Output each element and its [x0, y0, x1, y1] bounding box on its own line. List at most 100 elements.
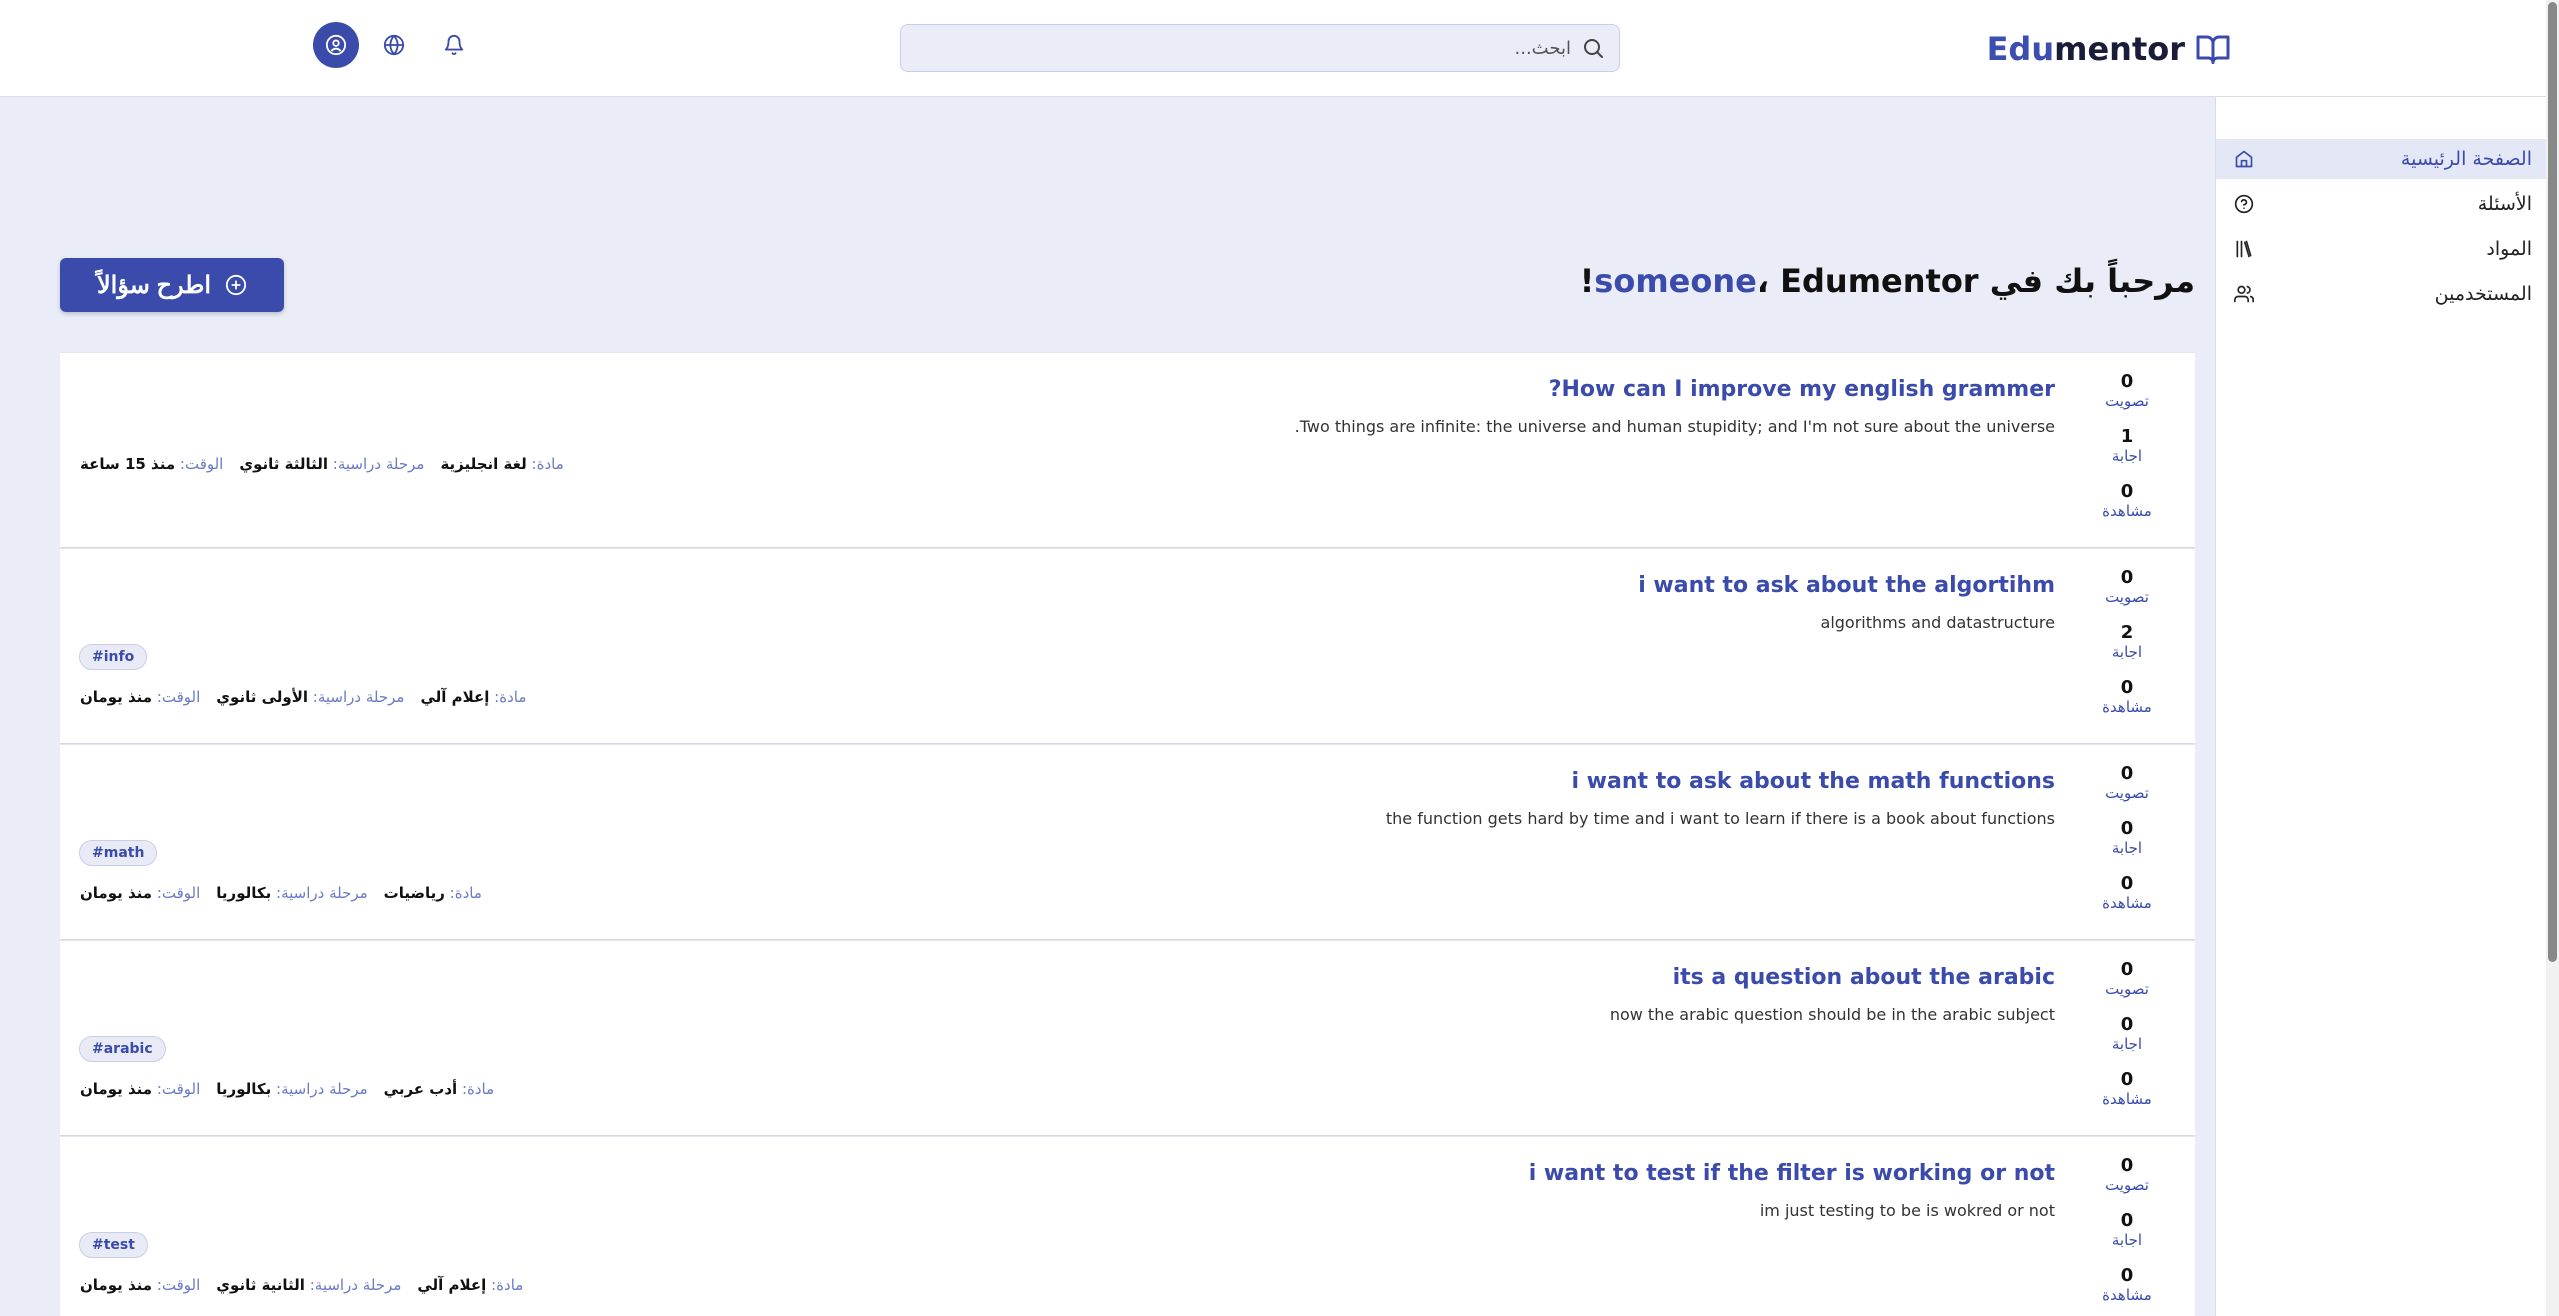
votes-label: تصويت [2105, 784, 2149, 802]
meta-stage-value: الثالثة ثانوي [239, 455, 329, 473]
question-meta: مادة: إعلام آلي مرحلة دراسية: الأولى ثان… [80, 688, 526, 706]
views-label: مشاهدة [2102, 1286, 2152, 1304]
sidebar-item-users[interactable]: المستخدمين [2216, 274, 2546, 314]
question-stats: 0 تصويت 2 اجابة 0 مشاهدة [2099, 567, 2155, 732]
logo[interactable]: Edumentor [1987, 26, 2233, 72]
meta-subject-label: مادة: [449, 884, 482, 902]
votes-label: تصويت [2105, 588, 2149, 606]
user-circle-icon [325, 34, 347, 56]
scrollbar-thumb[interactable] [2548, 2, 2557, 962]
page-scrollbar[interactable] [2546, 0, 2559, 1316]
notifications-button[interactable] [431, 22, 477, 68]
answers-count: 0 [2120, 1210, 2134, 1231]
question-card[interactable]: 0 تصويت 1 اجابة 0 مشاهدة How can I improve … [60, 352, 2195, 548]
meta-time-value: منذ يومان [80, 688, 153, 706]
meta-time-value: منذ 15 ساعة [80, 455, 176, 473]
meta-subject-label: مادة: [491, 1276, 524, 1294]
meta-stage-label: مرحلة دراسية: [309, 1276, 402, 1294]
meta-subject-label: مادة: [494, 688, 527, 706]
bell-icon [444, 35, 464, 56]
meta-stage-label: مرحلة دراسية: [276, 1080, 368, 1098]
question-circle-icon [2234, 194, 2254, 214]
sidebar-item-subjects[interactable]: المواد [2216, 229, 2546, 269]
plus-circle-icon [225, 274, 247, 296]
meta-time-label: الوقت: [156, 688, 201, 706]
question-excerpt: now the arabic question should be in the… [1609, 1005, 2055, 1024]
question-card[interactable]: 0 تصويت 2 اجابة 0 مشاهدة i want to ask abou… [60, 548, 2195, 744]
answers-count: 1 [2120, 426, 2134, 447]
welcome-username: someone [1594, 262, 1757, 300]
answers-label: اجابة [2111, 643, 2143, 661]
meta-subject-value: إعلام آلي [417, 1276, 487, 1294]
question-excerpt: Two things are infinite: the universe an… [1294, 417, 2055, 436]
question-card[interactable]: 0 تصويت 0 اجابة 0 مشاهدة i want to test if … [60, 1136, 2195, 1316]
views-label: مشاهدة [2102, 502, 2152, 520]
welcome-heading: مرحباً بك في someone، Edumentor! [1580, 262, 2195, 300]
answers-count: 0 [2120, 1014, 2134, 1035]
question-card[interactable]: 0 تصويت 0 اجابة 0 مشاهدة its a question abo… [60, 940, 2195, 1136]
answers-count: 0 [2120, 818, 2134, 839]
question-title[interactable]: i want to ask about the algortihm [1638, 573, 2055, 598]
logo-prefix: Edu [1986, 30, 2055, 68]
views-label: مشاهدة [2102, 894, 2152, 912]
meta-subject-label: مادة: [531, 455, 564, 473]
question-stats: 0 تصويت 0 اجابة 0 مشاهدة [2099, 763, 2155, 928]
meta-time-value: منذ يومان [80, 884, 153, 902]
sidebar-item-questions[interactable]: الأسئلة [2216, 184, 2546, 224]
answers-label: اجابة [2111, 1035, 2143, 1053]
search-input[interactable] [971, 37, 1571, 59]
sidebar-item-label: المستخدمين [2434, 283, 2532, 305]
question-title[interactable]: i want to test if the filter is working … [1529, 1161, 2055, 1186]
question-title[interactable]: its a question about the arabic [1673, 965, 2055, 990]
welcome-prefix: مرحباً بك في [1978, 262, 2195, 300]
question-excerpt: the function gets hard by time and i wan… [1385, 809, 2055, 828]
views-label: مشاهدة [2102, 698, 2152, 716]
views-count: 0 [2120, 677, 2134, 698]
search-bar[interactable] [900, 24, 1620, 72]
meta-time-label: الوقت: [156, 884, 201, 902]
question-tag[interactable]: #test [79, 1232, 148, 1258]
votes-count: 0 [2120, 1155, 2134, 1176]
sidebar-item-label: المواد [2486, 238, 2532, 260]
meta-subject-value: إعلام آلي [420, 688, 490, 706]
sidebar-item-label: الصفحة الرئيسية [2400, 148, 2532, 170]
question-stats: 0 تصويت 1 اجابة 0 مشاهدة [2099, 371, 2155, 536]
views-count: 0 [2120, 1265, 2134, 1286]
meta-time-label: الوقت: [179, 455, 224, 473]
question-tag[interactable]: #arabic [79, 1036, 166, 1062]
open-book-icon [2196, 35, 2230, 64]
question-card[interactable]: 0 تصويت 0 اجابة 0 مشاهدة i want to ask abou… [60, 744, 2195, 940]
question-title[interactable]: i want to ask about the math functions [1571, 769, 2055, 794]
votes-count: 0 [2120, 371, 2134, 392]
votes-count: 0 [2120, 959, 2134, 980]
meta-stage-label: مرحلة دراسية: [332, 455, 425, 473]
question-excerpt: im just testing to be is wokred or not [1759, 1201, 2055, 1220]
sidebar-item-label: الأسئلة [2477, 193, 2532, 215]
user-menu-button[interactable] [313, 22, 359, 68]
meta-subject-value: أدب عربي [383, 1080, 458, 1098]
meta-time-label: الوقت: [156, 1080, 201, 1098]
question-meta: مادة: إعلام آلي مرحلة دراسية: الثانية ثا… [80, 1276, 523, 1294]
users-icon [2234, 285, 2254, 303]
votes-count: 0 [2120, 567, 2134, 588]
question-stats: 0 تصويت 0 اجابة 0 مشاهدة [2099, 959, 2155, 1124]
votes-label: تصويت [2105, 980, 2149, 998]
top-header: Edumentor [0, 0, 2546, 97]
question-meta: مادة: أدب عربي مرحلة دراسية: بكالوريا ال… [80, 1080, 494, 1098]
votes-label: تصويت [2105, 392, 2149, 410]
views-count: 0 [2120, 1069, 2134, 1090]
answers-label: اجابة [2111, 1231, 2143, 1249]
language-button[interactable] [371, 22, 417, 68]
meta-time-value: منذ يومان [80, 1080, 153, 1098]
meta-stage-value: بكالوريا [216, 1080, 272, 1098]
question-title[interactable]: How can I improve my english grammer? [1549, 377, 2055, 402]
sidebar-item-home[interactable]: الصفحة الرئيسية [2216, 139, 2546, 179]
meta-time-value: منذ يومان [80, 1276, 153, 1294]
ask-question-label: اطرح سؤالاً [96, 271, 212, 299]
ask-question-button[interactable]: اطرح سؤالاً [60, 258, 284, 312]
question-tag[interactable]: #math [79, 840, 158, 866]
search-icon [1584, 39, 1603, 58]
question-tag[interactable]: #info [79, 644, 148, 670]
questions-list: 0 تصويت 1 اجابة 0 مشاهدة How can I improve … [60, 352, 2195, 1316]
meta-subject-label: مادة: [461, 1080, 495, 1098]
